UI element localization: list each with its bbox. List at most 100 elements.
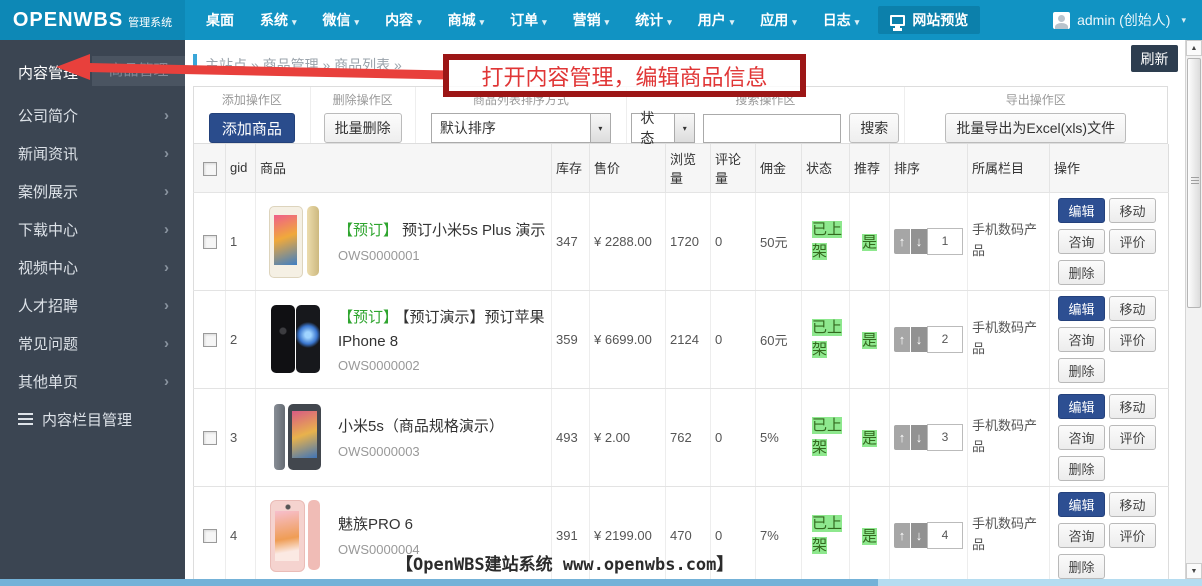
delete-button[interactable]: 删除 <box>1058 456 1105 481</box>
sidebar-item[interactable]: 人才招聘› <box>0 286 185 324</box>
search-button[interactable]: 搜索 <box>849 113 899 143</box>
cell-views: 1720 <box>666 192 711 290</box>
topbar-menu-item[interactable]: 应用▾ <box>747 0 810 40</box>
row-checkbox[interactable] <box>203 431 217 445</box>
edit-button[interactable]: 编辑 <box>1058 394 1105 419</box>
sidebar-item[interactable]: 新闻资讯› <box>0 134 185 172</box>
topbar-menu-item[interactable]: 系统▾ <box>247 0 310 40</box>
sort-up-button[interactable]: ↑ <box>894 327 910 352</box>
edit-button[interactable]: 编辑 <box>1058 296 1105 321</box>
sidebar-item[interactable]: 视频中心› <box>0 248 185 286</box>
cell-category: 手机数码产品 <box>968 192 1050 290</box>
sort-down-button[interactable]: ↓ <box>911 327 927 352</box>
topbar-menu-item[interactable]: 微信▾ <box>310 0 373 40</box>
delete-button[interactable]: 删除 <box>1058 260 1105 285</box>
move-button[interactable]: 移动 <box>1109 492 1156 517</box>
sidebar-item[interactable]: 常见问题› <box>0 324 185 362</box>
delete-button[interactable]: 删除 <box>1058 358 1105 383</box>
batch-delete-button[interactable]: 批量删除 <box>324 113 402 143</box>
cell-comments: 0 <box>711 388 756 486</box>
preorder-badge: 【预订】 <box>338 309 398 326</box>
consult-button[interactable]: 咨询 <box>1058 425 1105 450</box>
sort-order-input[interactable] <box>927 228 963 255</box>
review-button[interactable]: 评价 <box>1109 523 1156 548</box>
export-excel-button[interactable]: 批量导出为Excel(xls)文件 <box>945 113 1126 143</box>
status-select[interactable]: 状态 ▾ <box>631 113 695 143</box>
product-title: 小米5s（商品规格演示） <box>338 415 504 436</box>
topbar-menu-item[interactable]: 内容▾ <box>372 0 435 40</box>
chevron-right-icon: › <box>164 183 169 200</box>
sort-up-button[interactable]: ↑ <box>894 425 910 450</box>
delete-button[interactable]: 删除 <box>1058 554 1105 579</box>
edit-button[interactable]: 编辑 <box>1058 492 1105 517</box>
sidebar-item[interactable]: 案例展示› <box>0 172 185 210</box>
review-button[interactable]: 评价 <box>1109 327 1156 352</box>
topbar-menu-item[interactable]: 用户▾ <box>685 0 748 40</box>
chevron-down-icon: ▾ <box>667 17 672 27</box>
cell-stock: 493 <box>552 388 590 486</box>
toolbar-section-add: 添加操作区 添加商品 <box>194 87 311 143</box>
product-table: gid商品库存售价浏览量评论量佣金状态推荐排序所属栏目操作 1 【预订】预订小米… <box>193 144 1169 579</box>
recommended-badge: 是 <box>862 332 877 349</box>
search-input[interactable] <box>703 114 841 143</box>
sidebar-item[interactable]: 公司简介› <box>0 96 185 134</box>
sort-order-input[interactable] <box>927 424 963 451</box>
cell-category: 手机数码产品 <box>968 486 1050 579</box>
edit-button[interactable]: 编辑 <box>1058 198 1105 223</box>
user-menu[interactable]: admin (创始人) ▾ <box>1053 10 1186 30</box>
topbar-menu-item[interactable]: 商城▾ <box>435 0 498 40</box>
sort-order-input[interactable] <box>927 522 963 549</box>
column-header: 评论量 <box>711 144 756 192</box>
app-logo: OPENWBS 管理系统 <box>0 0 185 40</box>
select-all-checkbox[interactable] <box>203 162 217 176</box>
table-row: 1 【预订】预订小米5s Plus 演示 OWS0000001 347 ¥ 22… <box>194 192 1169 290</box>
horizontal-scrollbar-thumb[interactable] <box>0 579 878 586</box>
toolbar-section-delete: 删除操作区 批量删除 <box>311 87 416 143</box>
cell-commission: 60元 <box>756 290 802 388</box>
sidebar-item-content-category-management[interactable]: 内容栏目管理 <box>0 400 185 438</box>
section-label-add: 添加操作区 <box>222 91 282 108</box>
scroll-up-icon[interactable]: ▲ <box>1186 40 1202 56</box>
column-header: 售价 <box>590 144 666 192</box>
row-checkbox[interactable] <box>203 333 217 347</box>
topbar-menu-item[interactable]: 日志▾ <box>810 0 873 40</box>
topbar-menu-item[interactable]: 统计▾ <box>622 0 685 40</box>
sort-select[interactable]: 默认排序 ▾ <box>431 113 611 143</box>
topbar-menu-item[interactable]: 营销▾ <box>560 0 623 40</box>
site-preview-button[interactable]: 网站预览 <box>878 6 980 34</box>
row-checkbox[interactable] <box>203 235 217 249</box>
topbar-menu-item[interactable]: 订单▾ <box>497 0 560 40</box>
sort-down-button[interactable]: ↓ <box>911 523 927 548</box>
section-label-export: 导出操作区 <box>1006 91 1066 108</box>
sort-down-button[interactable]: ↓ <box>911 229 927 254</box>
move-button[interactable]: 移动 <box>1109 394 1156 419</box>
monitor-icon <box>890 15 905 26</box>
consult-button[interactable]: 咨询 <box>1058 229 1105 254</box>
sort-widget: ↑ ↓ <box>894 326 963 353</box>
sort-up-button[interactable]: ↑ <box>894 523 910 548</box>
product-image <box>268 400 324 474</box>
chevron-down-icon: ▾ <box>590 114 610 142</box>
toolbar-section-export: 导出操作区 批量导出为Excel(xls)文件 <box>905 87 1167 143</box>
refresh-button[interactable]: 刷新 <box>1131 45 1178 72</box>
vertical-scrollbar[interactable]: ▲ ▼ <box>1185 40 1202 579</box>
consult-button[interactable]: 咨询 <box>1058 327 1105 352</box>
move-button[interactable]: 移动 <box>1109 296 1156 321</box>
chevron-right-icon: › <box>164 373 169 390</box>
sidebar-item[interactable]: 下载中心› <box>0 210 185 248</box>
sort-up-button[interactable]: ↑ <box>894 229 910 254</box>
review-button[interactable]: 评价 <box>1109 425 1156 450</box>
vertical-scrollbar-thumb[interactable] <box>1187 58 1201 308</box>
topbar-menu-item[interactable]: 桌面 <box>193 0 247 40</box>
consult-button[interactable]: 咨询 <box>1058 523 1105 548</box>
sort-order-input[interactable] <box>927 326 963 353</box>
horizontal-scrollbar[interactable] <box>0 579 1202 586</box>
recommended-badge: 是 <box>862 430 877 447</box>
row-checkbox[interactable] <box>203 529 217 543</box>
add-product-button[interactable]: 添加商品 <box>209 113 295 143</box>
sort-down-button[interactable]: ↓ <box>911 425 927 450</box>
move-button[interactable]: 移动 <box>1109 198 1156 223</box>
scroll-down-icon[interactable]: ▼ <box>1186 563 1202 579</box>
review-button[interactable]: 评价 <box>1109 229 1156 254</box>
sidebar-item[interactable]: 其他单页› <box>0 362 185 400</box>
